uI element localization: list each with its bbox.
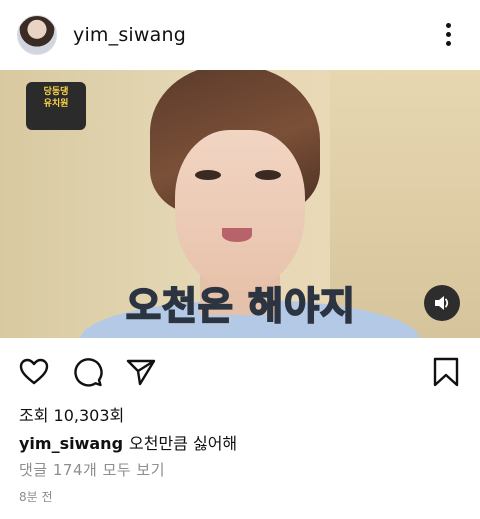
more-options-icon[interactable] [438,20,458,50]
views-label: 조회 [19,406,49,425]
show-logo: 당동댕 유치원 [26,82,86,130]
caption-rest: 은 해야지 [197,283,356,329]
heart-icon [19,358,49,385]
bookmark-icon [433,357,459,387]
header-username[interactable]: yim_siwang [73,24,186,46]
action-bar [0,350,480,394]
like-button[interactable] [18,356,50,388]
view-count: 조회 10,303회 [19,402,124,426]
sound-toggle-button[interactable] [424,285,460,321]
caption-text: 오천만큼 싫어해 [129,434,238,453]
comment-button[interactable] [72,356,104,388]
post-video[interactable]: 당동댕 유치원 오천은 해야지 [0,70,480,338]
person-face [175,130,305,290]
mouth [222,228,252,242]
speaker-icon [435,296,449,310]
views-number: 10,303회 [53,406,125,425]
post-header: yim_siwang [0,0,480,70]
post-caption: yim_siwang 오천만큼 싫어해 [19,430,237,454]
share-button[interactable] [125,356,157,388]
avatar[interactable] [17,15,57,55]
comment-icon [74,358,103,387]
view-all-comments-link[interactable]: 댓글 174개 모두 보기 [19,459,165,480]
save-button[interactable] [430,356,462,388]
post-timestamp: 8분 전 [19,490,53,504]
caption-username[interactable]: yim_siwang [19,434,123,453]
right-eye [255,170,281,180]
video-caption: 오천은 해야지 [125,275,356,330]
left-eye [195,170,221,180]
send-icon [126,359,156,386]
caption-highlight: 오천 [125,283,198,329]
